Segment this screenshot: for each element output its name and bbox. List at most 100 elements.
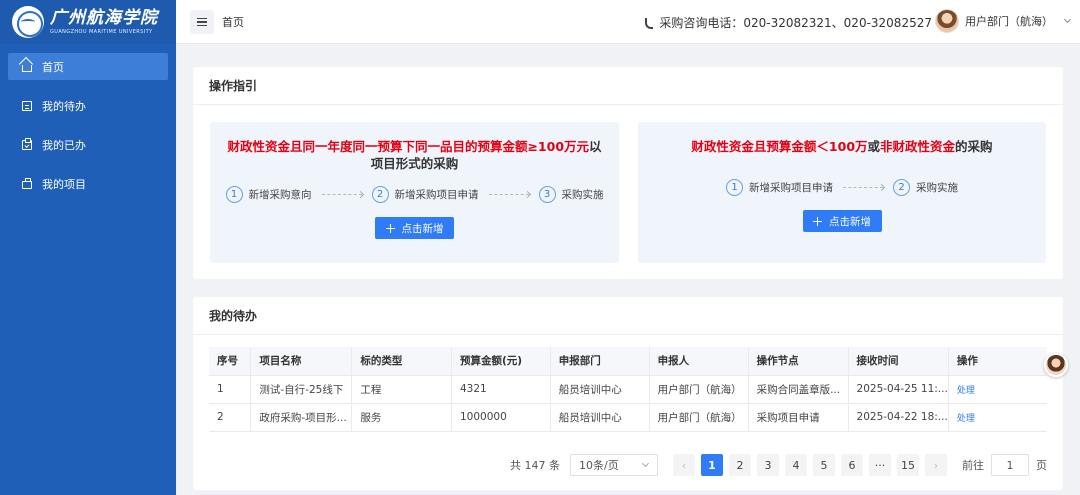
step-item: 3 采购实施 (538, 186, 604, 203)
cell-node: 采购项目申请 (747, 403, 849, 432)
page-button-2[interactable]: 2 (729, 454, 751, 476)
add-small-procurement-button[interactable]: 点击新增 (802, 210, 882, 232)
arrow-right-icon (843, 187, 883, 188)
prev-page-button[interactable]: ‹ (673, 454, 695, 476)
user-menu[interactable]: 用户部门（航海） (935, 9, 1072, 33)
step-item: 2 采购实施 (893, 179, 958, 196)
goto-page-input[interactable]: 1 (991, 454, 1029, 476)
page-size-select[interactable]: 10条/页 (570, 454, 658, 476)
panel-title-connector: 或 (867, 139, 881, 154)
todo-table: 序号 项目名称 标的类型 预算金额(元) 申报部门 申报人 操作节点 接收时间 … (209, 347, 1047, 432)
cell-index: 1 (209, 375, 251, 404)
floating-assistant-avatar[interactable] (1044, 353, 1068, 377)
table-row: 1 测试-自行-25线下 工程 4321 船员培训中心 用户部门（航海） 采购合… (209, 375, 1047, 404)
briefcase-icon (22, 177, 32, 189)
menu-toggle-icon[interactable] (190, 9, 214, 34)
cell-project-name: 政府采购-项目形... (250, 403, 352, 432)
goto-suffix: 页 (1036, 459, 1047, 472)
table-header-row: 序号 项目名称 标的类型 预算金额(元) 申报部门 申报人 操作节点 接收时间 … (209, 347, 1047, 376)
cell-action: 处理 (947, 375, 1047, 404)
purchase-hotline: 采购咨询电话：020-32082321、020-32082527 (645, 14, 932, 31)
card-title: 我的待办 (193, 297, 1063, 335)
university-logo[interactable]: 广州航海学院 GUANGZHOU MARITIME UNIVERSITY (0, 0, 176, 44)
home-icon (22, 64, 32, 72)
page-button-6[interactable]: 6 (841, 454, 863, 476)
username[interactable]: 用户部门（航海） (965, 13, 1053, 29)
page-size-value: 10条/页 (579, 459, 619, 472)
process-link[interactable]: 处理 (957, 414, 975, 424)
sidebar-item-my-todo[interactable]: 我的待办 (8, 92, 168, 119)
total-count: 共 147 条 (510, 459, 560, 472)
avatar[interactable] (935, 9, 959, 33)
operation-guide-card: 操作指引 财政性资金且同一年度同一预算下同一品目的预算金额≥100万元以项目形式… (193, 67, 1063, 279)
add-large-procurement-button[interactable]: 点击新增 (375, 217, 454, 239)
sidebar-item-label: 我的待办 (42, 99, 86, 113)
cell-index: 2 (209, 403, 251, 432)
column-header: 标的类型 (351, 347, 452, 376)
hotline-text: 采购咨询电话：020-32082321、020-32082527 (659, 16, 932, 30)
panel-title: 财政性资金且同一年度同一预算下同一品目的预算金额≥100万元以项目形式的采购 (210, 138, 619, 172)
page-button-5[interactable]: 5 (813, 454, 835, 476)
table-row: 2 政府采购-项目形... 服务 1000000 船员培训中心 用户部门（航海）… (209, 403, 1047, 432)
cell-received-time: 2025-04-25 11:... (847, 375, 949, 404)
cell-budget: 1000000 (450, 403, 551, 432)
page-button-4[interactable]: 4 (785, 454, 807, 476)
sidebar-item-my-projects[interactable]: 我的项目 (8, 170, 168, 197)
chevron-down-icon[interactable] (1063, 15, 1072, 24)
step-label: 新增采购项目申请 (749, 182, 833, 194)
step-label: 采购实施 (561, 189, 604, 201)
page-button-3[interactable]: 3 (757, 454, 779, 476)
breadcrumb[interactable]: 首页 (222, 14, 244, 30)
card-title: 操作指引 (193, 67, 1063, 105)
panel-title-highlight: 非财政性资金 (880, 139, 956, 154)
process-steps: 1 新增采购意向 2 新增采购项目申请 3 采购实施 (210, 186, 619, 203)
step-number: 3 (538, 186, 556, 203)
panel-title-highlight: 财政性资金且同一年度同一预算下同一品目的预算金额≥100万元 (227, 139, 590, 154)
arrow-right-icon (488, 194, 529, 195)
sidebar: 广州航海学院 GUANGZHOU MARITIME UNIVERSITY 首页 … (0, 0, 176, 495)
sidebar-item-label: 首页 (42, 60, 64, 74)
cell-subject-type: 服务 (351, 403, 452, 432)
page-button-1[interactable]: 1 (701, 454, 723, 476)
step-number: 1 (225, 186, 243, 203)
top-header: 首页 采购咨询电话：020-32082321、020-32082527 用户部门… (176, 0, 1080, 44)
logo-chinese-name: 广州航海学院 (50, 7, 158, 28)
panel-title: 财政性资金且预算金额＜100万或非财政性资金的采购 (638, 138, 1046, 155)
column-header: 项目名称 (250, 347, 352, 376)
cell-applicant: 用户部门（航海） (648, 375, 749, 404)
process-link[interactable]: 处理 (957, 386, 975, 396)
sidebar-item-home[interactable]: 首页 (8, 53, 168, 80)
chevron-down-icon (641, 459, 650, 468)
next-page-button[interactable]: › (925, 454, 947, 476)
my-todo-card: 我的待办 序号 项目名称 标的类型 预算金额(元) 申报部门 申报人 操作节点 … (193, 297, 1063, 490)
cell-subject-type: 工程 (351, 375, 452, 404)
step-item: 2 新增采购项目申请 (371, 186, 479, 203)
sidebar-item-label: 我的已办 (42, 138, 86, 152)
page-button-last[interactable]: 15 (897, 454, 919, 476)
step-number: 2 (893, 179, 910, 196)
sidebar-item-my-done[interactable]: 我的已办 (8, 131, 168, 158)
plus-icon (813, 216, 822, 226)
university-emblem-icon (12, 6, 44, 38)
step-label: 新增采购意向 (248, 189, 312, 201)
step-item: 1 新增采购项目申请 (726, 179, 833, 196)
step-number: 1 (726, 179, 743, 196)
document-icon (22, 100, 32, 111)
step-label: 新增采购项目申请 (394, 189, 479, 201)
process-steps: 1 新增采购项目申请 2 采购实施 (638, 179, 1046, 196)
cell-department: 船员培训中心 (549, 375, 650, 404)
logo-english-name: GUANGZHOU MARITIME UNIVERSITY (50, 28, 153, 35)
more-pages-button[interactable]: ··· (869, 454, 891, 476)
column-header: 申报人 (648, 347, 749, 376)
column-header: 申报部门 (549, 347, 650, 376)
clipboard-check-icon (22, 137, 32, 150)
guide-panel-large-fiscal: 财政性资金且同一年度同一预算下同一品目的预算金额≥100万元以项目形式的采购 1… (210, 122, 619, 263)
cell-department: 船员培训中心 (549, 403, 650, 432)
phone-icon (645, 17, 654, 29)
cell-action: 处理 (947, 403, 1047, 432)
button-label: 点击新增 (401, 222, 444, 235)
sidebar-item-label: 我的项目 (42, 177, 86, 191)
panel-title-rest: 的采购 (955, 139, 993, 154)
column-header: 序号 (209, 347, 251, 376)
step-item: 1 新增采购意向 (225, 186, 312, 203)
